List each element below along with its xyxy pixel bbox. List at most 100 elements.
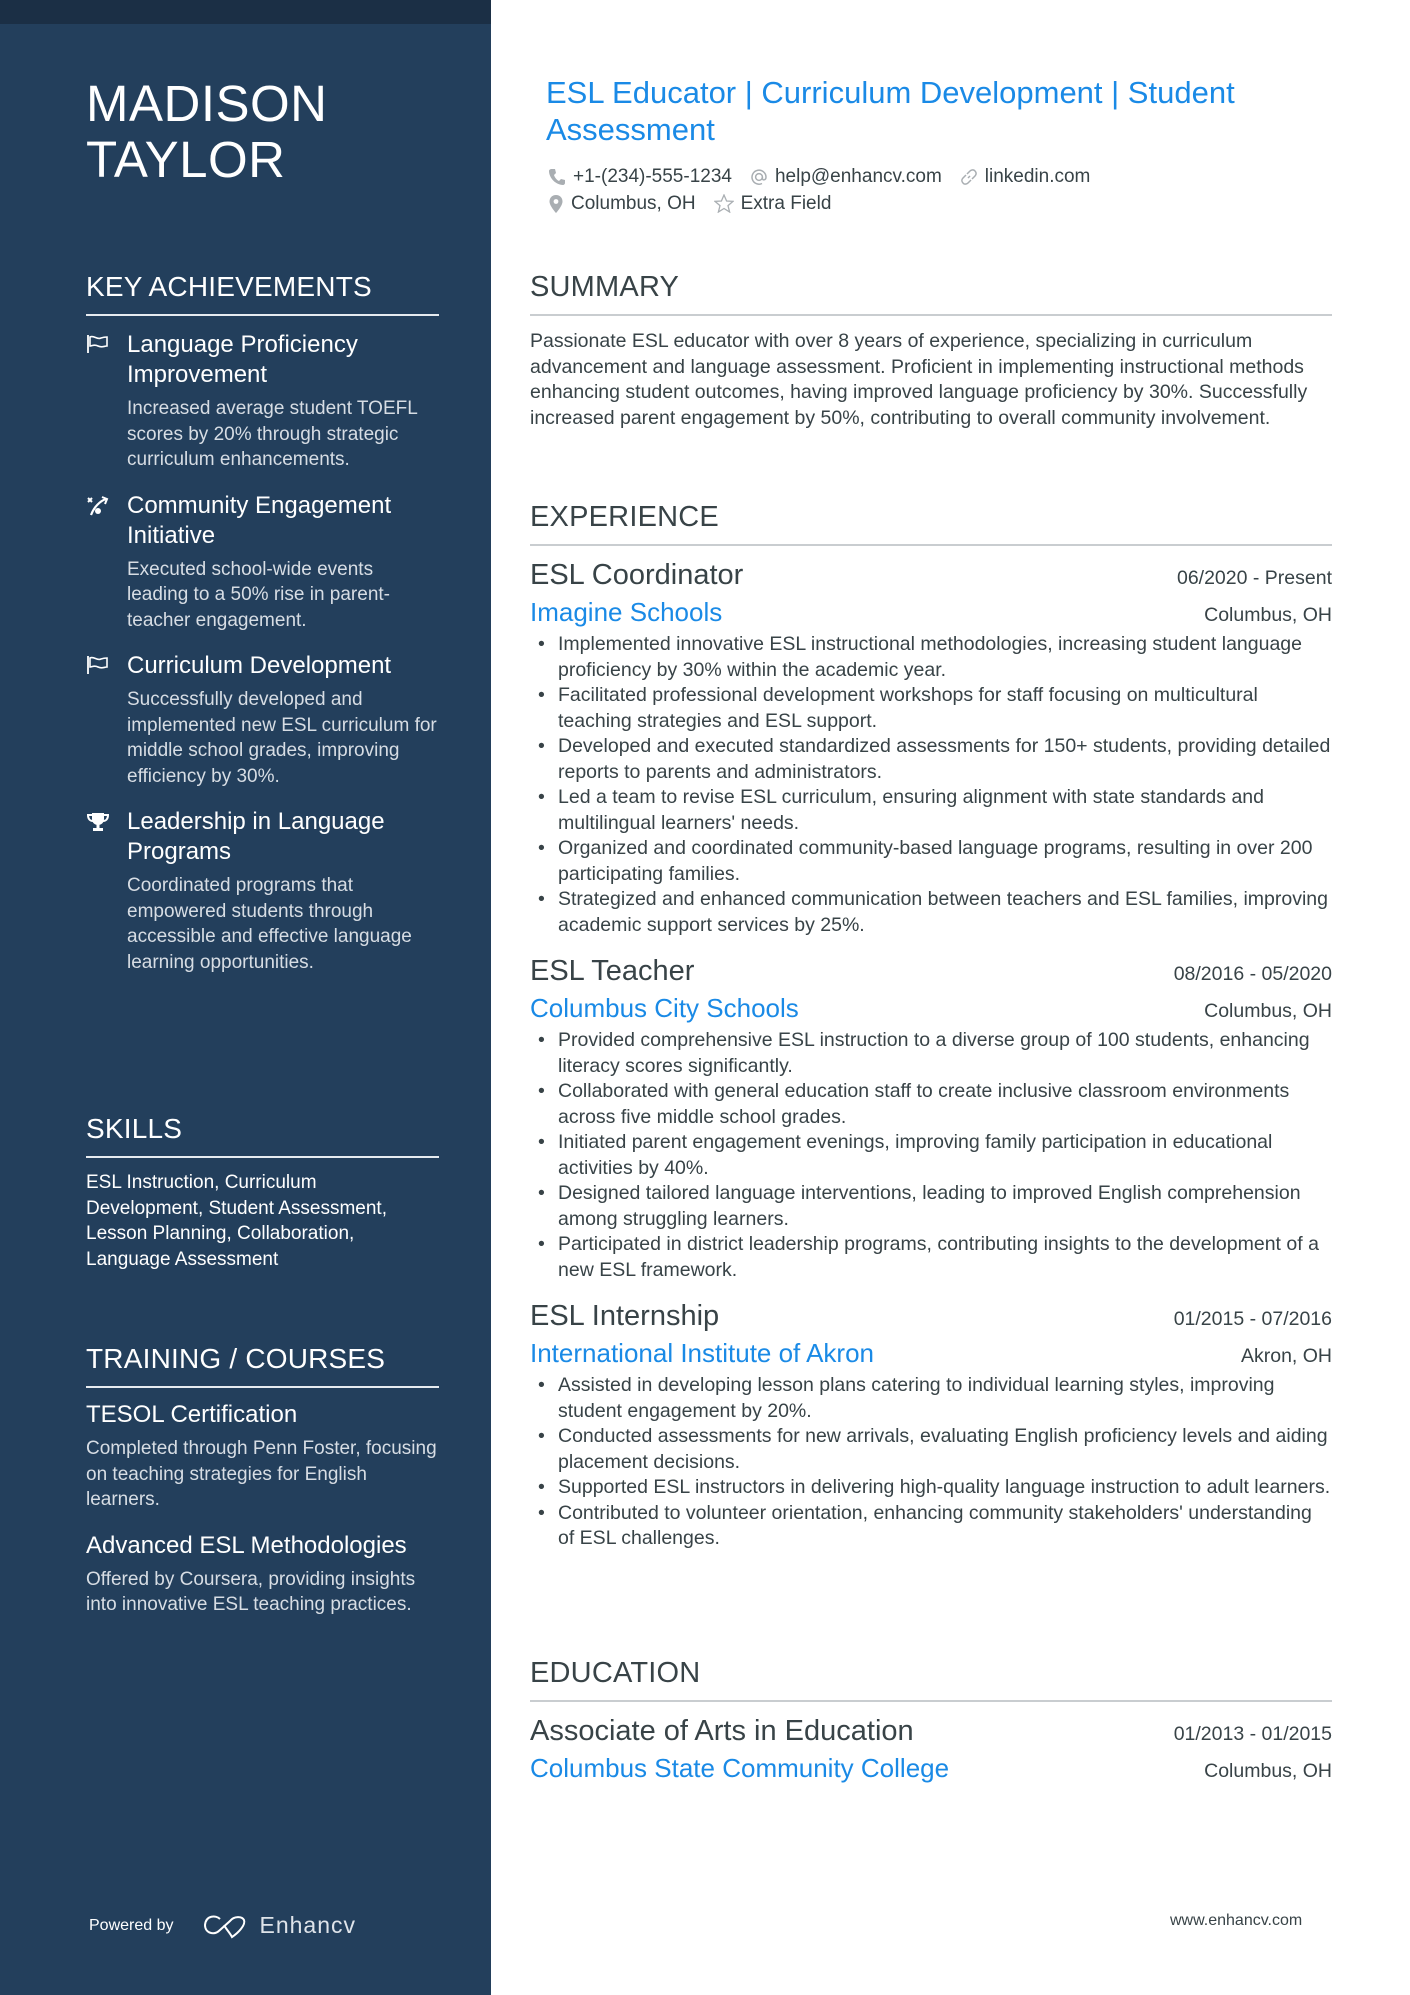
sidebar: MADISON TAYLOR KEY ACHIEVEMENTS Language…	[0, 0, 491, 1995]
job-bullet: Implemented innovative ESL instructional…	[530, 632, 1332, 683]
achievement-description: Increased average student TOEFL scores b…	[127, 398, 418, 470]
training-section: TRAINING / COURSES TESOL Certification C…	[86, 1342, 439, 1618]
achievement-title: Leadership in Language Programs	[127, 808, 385, 865]
education-entry: Associate of Arts in Education 01/2013 -…	[530, 1712, 1332, 1786]
job-title: ESL Coordinator	[530, 559, 744, 591]
link-value: linkedin.com	[984, 165, 1091, 187]
education-dates: 01/2013 - 01/2015	[1173, 1723, 1332, 1745]
experience-section: EXPERIENCE ESL Coordinator 06/2020 - Pre…	[530, 500, 1332, 1552]
job-bullet: Supported ESL instructors in delivering …	[530, 1475, 1332, 1501]
job-bullet: Developed and executed standardized asse…	[530, 734, 1332, 785]
at-icon	[751, 168, 767, 185]
job-title: ESL Internship	[530, 1300, 720, 1332]
email-value: help@enhancv.com	[774, 165, 942, 187]
location-value: Columbus, OH	[571, 192, 696, 214]
school: Columbus State Community College	[530, 1753, 950, 1783]
job-bullet: Strategized and enhanced communication b…	[530, 887, 1332, 938]
achievement-title: Community Engagement Initiative	[127, 491, 392, 549]
name-first: MADISON	[86, 75, 328, 132]
skills-section: SKILLS ESL Instruction, Curriculum Devel…	[86, 1112, 439, 1272]
contact-link[interactable]: linkedin.com	[960, 165, 1091, 188]
job-bullets: Assisted in developing lesson plans cate…	[530, 1373, 1332, 1552]
achievement-item: Language Proficiency Improvement Increas…	[86, 330, 439, 473]
candidate-name: MADISON TAYLOR	[86, 76, 328, 188]
job-bullet: Initiated parent engagement evenings, im…	[530, 1130, 1332, 1181]
location-pin-icon	[549, 194, 563, 213]
course-title: TESOL Certification	[86, 1401, 298, 1428]
summary-text: Passionate ESL educator with over 8 year…	[530, 330, 1308, 429]
job-bullet: Led a team to revise ESL curriculum, ens…	[530, 785, 1332, 836]
job-bullet: Contributed to volunteer orientation, en…	[530, 1501, 1332, 1552]
achievement-item: Community Engagement Initiative Executed…	[86, 491, 439, 634]
link-icon	[960, 168, 977, 185]
education-location: Columbus, OH	[1204, 1760, 1332, 1782]
skills-heading: SKILLS	[86, 1112, 439, 1158]
job-dates: 01/2015 - 07/2016	[1173, 1308, 1332, 1330]
skills-list: ESL Instruction, Curriculum Development,…	[86, 1172, 387, 1270]
degree: Associate of Arts in Education	[530, 1715, 914, 1747]
job-bullet: Collaborated with general education staf…	[530, 1079, 1332, 1130]
job-entry: ESL Teacher 08/2016 - 05/2020 Columbus C…	[530, 952, 1332, 1283]
job-entry: ESL Internship 01/2015 - 07/2016 Interna…	[530, 1297, 1332, 1552]
website-link[interactable]: www.enhancv.com	[1170, 1912, 1302, 1930]
job-bullet: Organized and coordinated community-base…	[530, 836, 1332, 887]
strategy-icon	[86, 495, 112, 517]
achievement-item: Curriculum Development Successfully deve…	[86, 651, 439, 789]
flag-icon	[86, 334, 112, 356]
star-icon	[713, 194, 734, 213]
phone-icon	[549, 168, 565, 185]
job-entry: ESL Coordinator 06/2020 - Present Imagin…	[530, 556, 1332, 938]
training-heading: TRAINING / COURSES	[86, 1342, 439, 1388]
education-heading: EDUCATION	[530, 1656, 1332, 1702]
key-achievements-section: KEY ACHIEVEMENTS Language Proficiency Im…	[86, 270, 439, 975]
contact-location: Columbus, OH	[548, 193, 696, 215]
powered-by-label: Powered by	[89, 1916, 174, 1934]
job-location: Columbus, OH	[1204, 1000, 1332, 1022]
flag-icon	[86, 655, 112, 677]
job-company: International Institute of Akron	[530, 1338, 874, 1368]
job-company: Imagine Schools	[530, 597, 723, 627]
job-bullet: Designed tailored language interventions…	[530, 1181, 1332, 1232]
contact-phone[interactable]: +1-(234)-555-1234	[548, 166, 732, 188]
enhancv-brand: Enhancv	[259, 1912, 357, 1938]
achievement-title: Language Proficiency Improvement	[127, 331, 358, 388]
job-bullet: Assisted in developing lesson plans cate…	[530, 1373, 1332, 1424]
job-bullet: Conducted assessments for new arrivals, …	[530, 1424, 1332, 1475]
phone-value: +1-(234)-555-1234	[573, 165, 732, 187]
contact-email[interactable]: help@enhancv.com	[750, 166, 942, 188]
course-description: Completed through Penn Foster, focusing …	[86, 1438, 437, 1510]
job-bullets: Provided comprehensive ESL instruction t…	[530, 1028, 1332, 1283]
achievement-item: Leadership in Language Programs Coordina…	[86, 807, 439, 975]
job-bullet: Participated in district leadership prog…	[530, 1232, 1332, 1283]
contact-extra: Extra Field	[713, 192, 832, 215]
enhancv-logo[interactable]: Enhancv	[202, 1912, 357, 1939]
job-bullets: Implemented innovative ESL instructional…	[530, 632, 1332, 938]
name-last: TAYLOR	[86, 131, 286, 188]
job-dates: 08/2016 - 05/2020	[1173, 963, 1332, 985]
trophy-icon	[86, 811, 112, 833]
job-title: ESL Teacher	[530, 955, 695, 987]
achievement-description: Coordinated programs that empowered stud…	[127, 875, 412, 973]
summary-section: SUMMARY Passionate ESL educator with ove…	[530, 270, 1332, 431]
achievement-description: Executed school-wide events leading to a…	[127, 558, 390, 631]
course-description: Offered by Coursera, providing insights …	[86, 1568, 416, 1616]
course-item: Advanced ESL Methodologies Offered by Co…	[86, 1531, 439, 1618]
course-item: TESOL Certification Completed through Pe…	[86, 1400, 439, 1513]
job-location: Akron, OH	[1240, 1345, 1332, 1367]
achievement-description: Successfully developed and implemented n…	[127, 689, 437, 787]
job-location: Columbus, OH	[1204, 604, 1332, 626]
powered-by-footer: Powered by Enhancv	[89, 1912, 356, 1939]
achievement-title: Curriculum Development	[127, 652, 392, 679]
job-bullet: Facilitated professional development wor…	[530, 683, 1332, 734]
contact-info: +1-(234)-555-1234 help@enhancv.com linke…	[548, 163, 1308, 217]
course-title: Advanced ESL Methodologies	[86, 1531, 407, 1559]
job-dates: 06/2020 - Present	[1176, 567, 1332, 589]
enhancv-logo-icon	[203, 1915, 245, 1938]
job-company: Columbus City Schools	[530, 993, 799, 1023]
education-section: EDUCATION Associate of Arts in Education…	[530, 1656, 1332, 1786]
sidebar-top-band	[0, 0, 491, 24]
extra-value: Extra Field	[740, 192, 832, 214]
headline: ESL Educator | Curriculum Development | …	[546, 75, 1235, 147]
experience-heading: EXPERIENCE	[530, 500, 1332, 546]
key-achievements-heading: KEY ACHIEVEMENTS	[86, 270, 439, 316]
